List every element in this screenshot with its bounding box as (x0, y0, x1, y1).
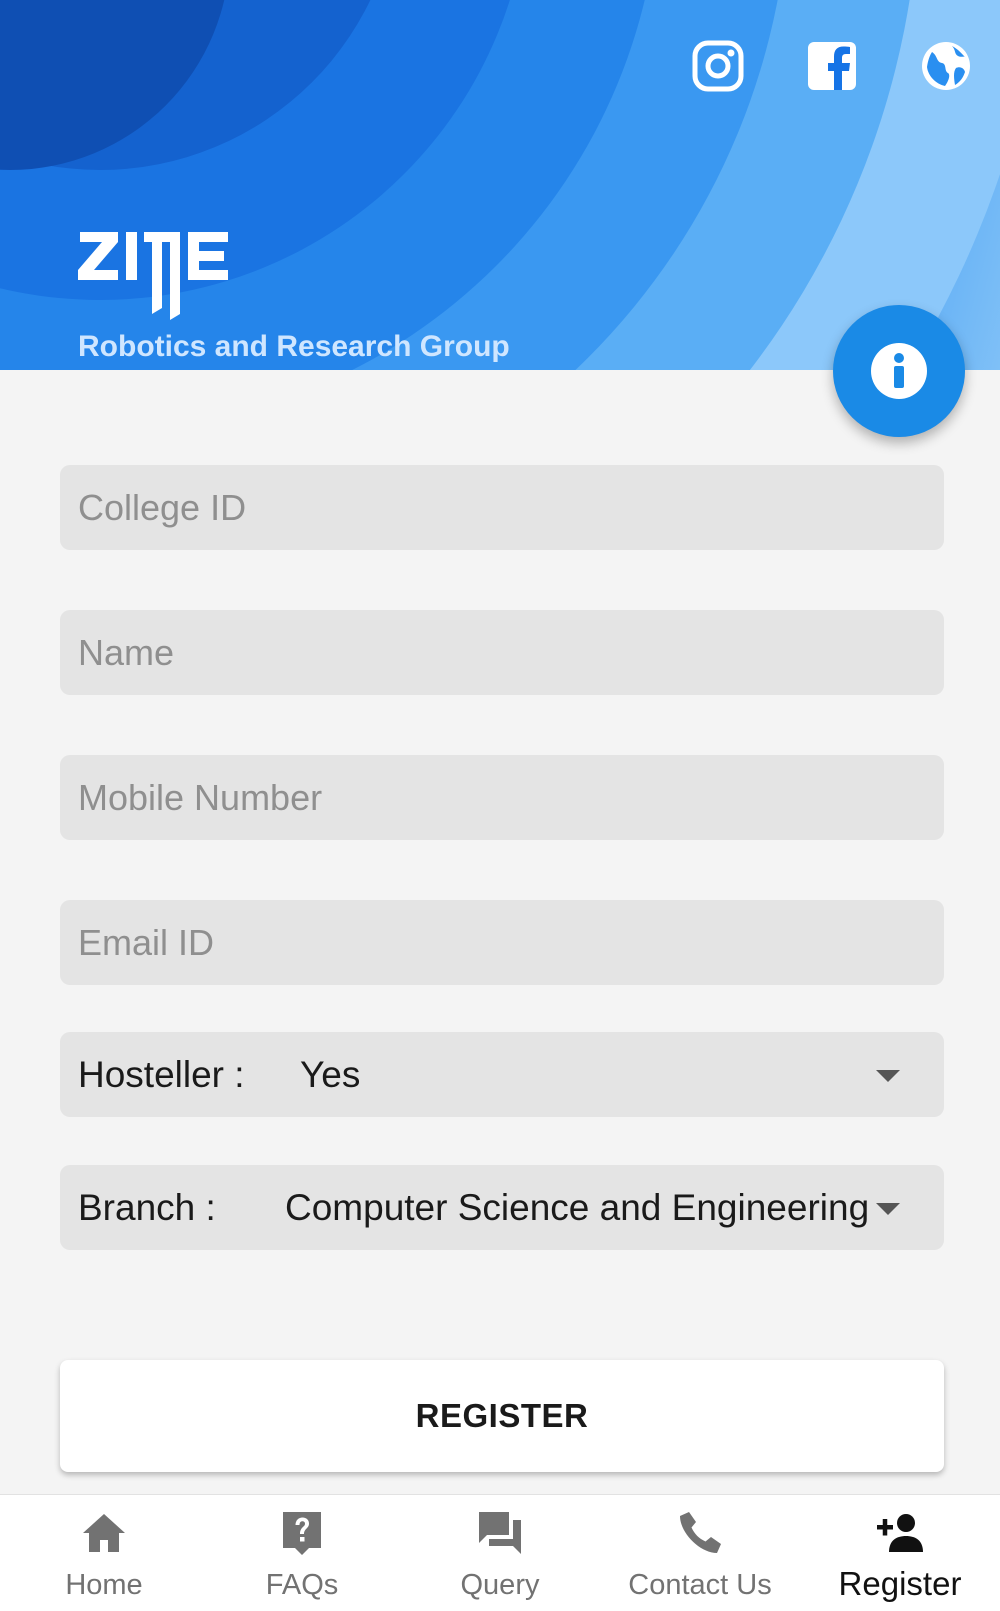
zine-logo (78, 228, 256, 322)
hosteller-select[interactable]: Hosteller : Yes (60, 1032, 944, 1117)
nav-item-query[interactable]: Query (400, 1495, 600, 1611)
bottom-navigation: Home FAQs Query Contact Us Register (0, 1494, 1000, 1611)
college-id-field[interactable] (60, 465, 944, 550)
nav-label: Register (838, 1565, 962, 1602)
nav-label: Contact Us (628, 1569, 772, 1601)
nav-item-faqs[interactable]: FAQs (202, 1495, 402, 1611)
email-id-input[interactable] (60, 900, 944, 985)
nav-label: Query (460, 1569, 540, 1601)
nav-label: FAQs (265, 1569, 339, 1601)
info-button[interactable] (833, 305, 965, 437)
chat-icon (476, 1509, 524, 1557)
mobile-number-field[interactable] (60, 755, 944, 840)
globe-icon[interactable] (918, 38, 974, 94)
instagram-icon[interactable] (690, 38, 746, 94)
college-id-input[interactable] (60, 465, 944, 550)
mobile-number-input[interactable] (60, 755, 944, 840)
nav-item-register[interactable]: Register (800, 1495, 1000, 1611)
nav-item-home[interactable]: Home (4, 1495, 204, 1611)
hosteller-value: Yes (300, 1054, 361, 1095)
phone-icon (676, 1509, 724, 1557)
dropdown-arrow-icon (876, 1070, 900, 1082)
hosteller-label: Hosteller : (78, 1054, 245, 1095)
email-id-field[interactable] (60, 900, 944, 985)
facebook-icon[interactable] (804, 38, 860, 94)
register-button[interactable]: REGISTER (60, 1360, 944, 1472)
dropdown-arrow-icon (876, 1203, 900, 1215)
nav-item-contact-us[interactable]: Contact Us (600, 1495, 800, 1611)
name-input[interactable] (60, 610, 944, 695)
info-icon (871, 343, 927, 399)
home-icon (80, 1509, 128, 1557)
faq-icon (278, 1509, 326, 1557)
nav-label: Home (65, 1569, 143, 1601)
add-person-icon (876, 1509, 924, 1557)
tagline: Robotics and Research Group (78, 330, 510, 363)
name-field[interactable] (60, 610, 944, 695)
branch-label: Branch : (78, 1187, 216, 1228)
branch-select[interactable]: Branch : Computer Science and Engineerin… (60, 1165, 944, 1250)
branch-value: Computer Science and Engineering (285, 1187, 870, 1228)
header-banner: Robotics and Research Group (0, 0, 1000, 370)
